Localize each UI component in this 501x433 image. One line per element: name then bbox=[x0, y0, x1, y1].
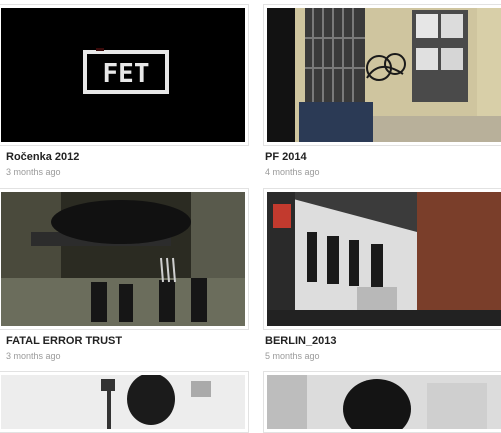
berlin-building-graffiti-thumbnail-icon bbox=[267, 192, 501, 326]
dark-person-thumbnail-icon bbox=[267, 375, 501, 429]
video-age: 3 months ago bbox=[6, 351, 61, 361]
fet-logo-thumbnail-icon: FET bbox=[83, 48, 169, 94]
video-age: 4 months ago bbox=[265, 167, 320, 177]
video-title[interactable]: Ročenka 2012 bbox=[6, 151, 79, 163]
video-title[interactable]: PF 2014 bbox=[265, 151, 307, 163]
building-window-graffiti-thumbnail-icon bbox=[267, 8, 501, 142]
video-age: 5 months ago bbox=[265, 351, 320, 361]
video-title[interactable]: BERLIN_2013 bbox=[265, 335, 337, 347]
thumb-fet-text: FET bbox=[103, 59, 150, 89]
video-thumbnail[interactable] bbox=[0, 188, 249, 330]
crowd-legs-thumbnail-icon bbox=[1, 192, 245, 326]
video-age: 3 months ago bbox=[6, 167, 61, 177]
video-thumbnail[interactable] bbox=[263, 371, 501, 433]
video-thumbnail[interactable] bbox=[263, 4, 501, 146]
person-with-sign-thumbnail-icon bbox=[1, 375, 245, 429]
video-title[interactable]: FATAL ERROR TRUST bbox=[6, 335, 122, 347]
video-thumbnail[interactable] bbox=[0, 371, 249, 433]
video-thumbnail[interactable]: FET bbox=[0, 4, 249, 146]
video-thumbnail[interactable] bbox=[263, 188, 501, 330]
